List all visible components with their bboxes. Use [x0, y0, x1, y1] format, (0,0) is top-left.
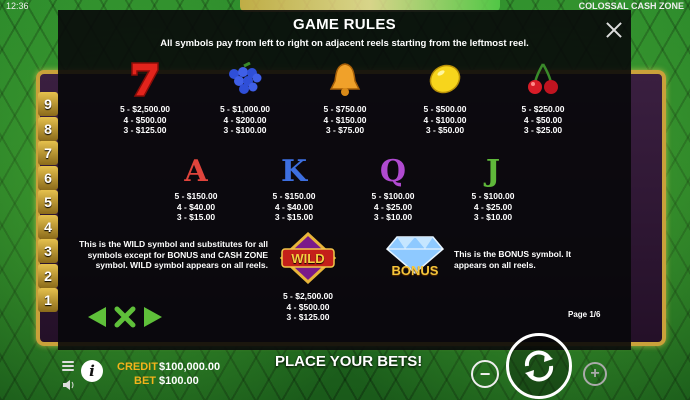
wild-description: This is the WILD symbol and substitutes … — [79, 239, 268, 270]
paytable-a: A 5 - $150.00 4 - $40.00 3 - $15.00 — [161, 153, 231, 223]
bonus-description: This is the BONUS symbol. It appears on … — [454, 249, 572, 270]
credit-label: CREDIT — [117, 361, 158, 373]
payout-row: 3 - $125.00 — [123, 125, 167, 135]
payline-number: 2 — [38, 263, 58, 288]
page-indicator: Page 1/6 — [568, 310, 601, 319]
clock: 12:36 — [6, 1, 29, 11]
payout-row: 4 - $40.00 — [274, 201, 314, 212]
spin-arrows-icon — [524, 350, 554, 382]
letter-j: J — [485, 154, 501, 189]
payline-indicators: 987654321 — [38, 92, 58, 313]
modal-title: GAME RULES — [292, 16, 396, 33]
paytable-lemon: 5 - $500.00 4 - $100.00 3 - $50.00 — [410, 60, 480, 136]
letter-k-icon: K — [259, 153, 329, 191]
payout-row: 3 - $10.00 — [373, 212, 413, 222]
payout-row: 4 - $25.00 — [473, 201, 513, 212]
bonus-label: BONUS — [391, 263, 439, 278]
payout-row: 4 - $500.00 — [123, 114, 167, 125]
credit-value: $100,000.00 — [159, 361, 221, 373]
wild-label: WILD — [291, 251, 325, 266]
payout-row: 3 - $50.00 — [425, 125, 465, 135]
payout-row: 3 - $125.00 — [286, 312, 330, 322]
payout-row: 5 - $1,000.00 — [219, 104, 271, 114]
increase-bet-button[interactable]: + — [583, 362, 607, 386]
payout-row: 5 - $750.00 — [323, 104, 367, 114]
payout-row: 4 - $50.00 — [523, 114, 563, 125]
close-rules-x-button[interactable] — [114, 306, 136, 328]
payout-row: 5 - $2,500.00 — [119, 104, 171, 114]
modal-subtitle: All symbols pay from left to right on ad… — [160, 38, 529, 49]
payline-number: 3 — [38, 239, 58, 263]
payout-row: 5 - $2,500.00 — [282, 291, 334, 301]
payline-number: 4 — [38, 214, 58, 239]
payline-number: 8 — [38, 116, 58, 141]
payout-row: 5 - $150.00 — [174, 191, 218, 201]
payline-number: 6 — [38, 165, 58, 190]
payout-row: 4 - $25.00 — [373, 201, 413, 212]
payout-row: 3 - $15.00 — [176, 212, 216, 222]
paytable-j: J 5 - $100.00 4 - $25.00 3 - $10.00 — [458, 153, 528, 223]
info-button[interactable]: i — [81, 360, 103, 382]
payout-row: 3 - $10.00 — [473, 212, 513, 222]
seven-icon — [110, 60, 180, 98]
payout-row: 4 - $40.00 — [176, 201, 216, 212]
status-message: PLACE YOUR BETS! — [275, 353, 423, 370]
bet-label: BET — [134, 375, 156, 387]
payout-row: 5 - $100.00 — [371, 191, 415, 201]
paytable-bell: 5 - $750.00 4 - $150.00 3 - $75.00 — [310, 60, 380, 136]
sound-icon[interactable] — [62, 378, 76, 390]
payline-number: 1 — [38, 288, 58, 312]
payout-row: 3 - $100.00 — [223, 125, 267, 135]
paytable-bonus: BONUS — [382, 232, 448, 286]
payout-row: 4 - $500.00 — [286, 301, 330, 312]
cherries-icon — [508, 60, 578, 98]
payout-row: 4 - $150.00 — [323, 114, 367, 125]
menu-button[interactable] — [62, 361, 74, 371]
payout-row: 4 - $200.00 — [223, 114, 267, 125]
payout-row: 4 - $100.00 — [423, 114, 467, 125]
spin-button[interactable] — [506, 333, 572, 399]
letter-a-icon: A — [161, 153, 231, 191]
payout-row: 5 - $250.00 — [521, 104, 565, 114]
decrease-bet-button[interactable]: − — [471, 360, 499, 388]
payline-number: 9 — [38, 92, 58, 116]
grapes-icon — [210, 60, 280, 98]
letter-a: A — [184, 154, 208, 189]
bet-value: $100.00 — [159, 375, 199, 387]
letter-q-icon: Q — [358, 153, 428, 191]
paytable-seven: 5 - $2,500.00 4 - $500.00 3 - $125.00 — [110, 60, 180, 136]
lemon-icon — [410, 60, 480, 98]
paytable-grapes: 5 - $1,000.00 4 - $200.00 3 - $100.00 — [210, 60, 280, 136]
page-navigation — [86, 306, 164, 328]
letter-j-icon: J — [458, 153, 528, 191]
paytable-q: Q 5 - $100.00 4 - $25.00 3 - $10.00 — [358, 153, 428, 223]
paytable-cherries: 5 - $250.00 4 - $50.00 3 - $25.00 — [508, 60, 578, 136]
payout-row: 5 - $150.00 — [272, 191, 316, 201]
payline-number: 7 — [38, 141, 58, 165]
next-page-button[interactable] — [142, 306, 164, 328]
payout-row: 5 - $500.00 — [423, 104, 467, 114]
payout-row: 3 - $75.00 — [325, 125, 365, 135]
payout-row: 3 - $15.00 — [274, 212, 314, 222]
letter-k: K — [280, 154, 308, 189]
paytable-wild: WILD 5 - $2,500.00 4 - $500.00 3 - $125.00 — [273, 232, 343, 323]
payout-row: 3 - $25.00 — [523, 125, 563, 135]
payout-row: 5 - $100.00 — [471, 191, 515, 201]
letter-q: Q — [379, 154, 407, 189]
previous-page-button[interactable] — [86, 306, 108, 328]
payline-number: 5 — [38, 190, 58, 214]
close-button[interactable] — [603, 19, 625, 41]
paytable-k: K 5 - $150.00 4 - $40.00 3 - $15.00 — [259, 153, 329, 223]
game-rules-modal: GAME RULES All symbols pay from left to … — [58, 10, 631, 350]
bell-icon — [310, 60, 380, 98]
